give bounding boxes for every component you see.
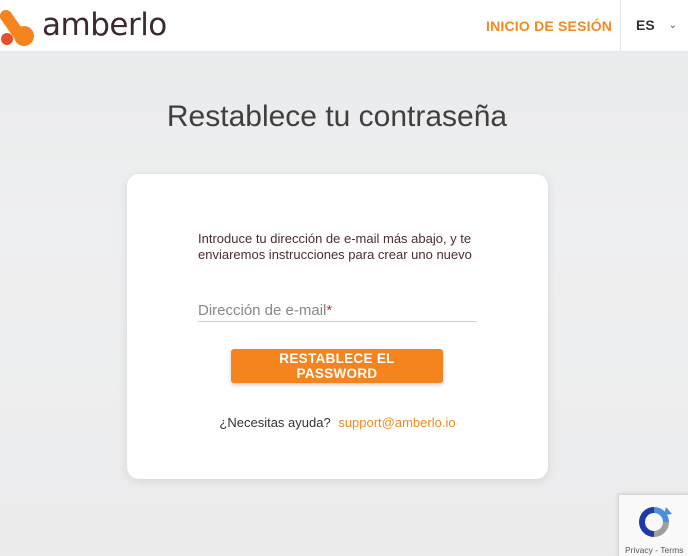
intro-text: Introduce tu dirección de e-mail más aba… [198,231,472,262]
chevron-down-icon: ⌄ [668,19,678,31]
brand-logo[interactable]: amberlo [0,6,167,46]
help-text: ¿Necesitas ayuda? [219,415,331,430]
page-title: Restablece tu contraseña [166,100,508,133]
email-field[interactable] [198,299,477,322]
amberlo-logo-icon [0,10,34,46]
brand-name: amberlo [42,7,167,43]
top-header: amberlo INICIO DE SESIÓN ES ⌄ [0,0,688,52]
language-selector[interactable]: ES ⌄ [636,17,677,33]
language-label: ES [636,17,655,33]
reset-password-button[interactable]: RESTABLECE EL PASSWORD [231,349,443,383]
reset-password-card: Introduce tu dirección de e-mail más aba… [127,174,548,479]
recaptcha-icon [639,507,672,537]
support-email-link[interactable]: support@amberlo.io [338,415,455,430]
recaptcha-badge[interactable]: Privacy - Terms [618,494,688,556]
login-link[interactable]: INICIO DE SESIÓN [486,18,612,34]
recaptcha-links[interactable]: Privacy - Terms [625,545,683,555]
help-line: ¿Necesitas ayuda? support@amberlo.io [127,415,548,430]
header-divider [620,0,621,51]
